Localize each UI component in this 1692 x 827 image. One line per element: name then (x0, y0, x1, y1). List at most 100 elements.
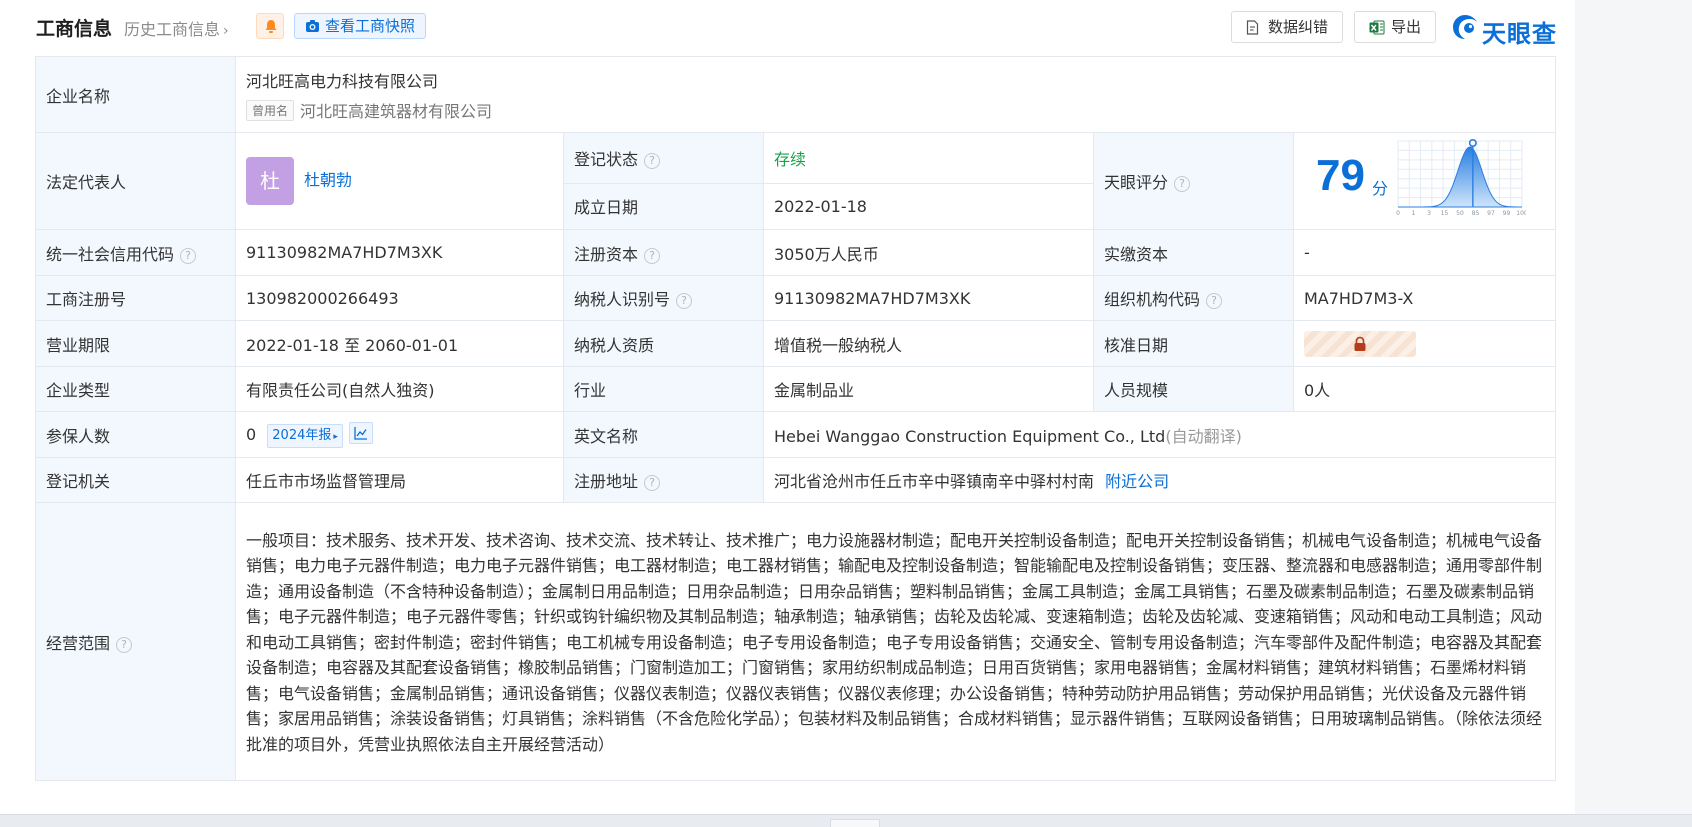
label-founded: 成立日期 (563, 182, 764, 231)
help-icon[interactable]: ? (644, 475, 661, 491)
label-reg-status: 登记状态? (563, 132, 764, 184)
label-insured: 参保人数 (35, 411, 236, 458)
org-code-value[interactable]: MA7HD7M3-X (1293, 275, 1556, 321)
chart-tick-label: 1 (1412, 210, 1416, 217)
help-icon[interactable]: ? (676, 293, 693, 309)
score-label: 天眼评分 (1104, 173, 1169, 192)
reg-status-label: 登记状态 (574, 149, 639, 169)
credit-code-value[interactable]: 91130982MA7HD7M3XK (235, 229, 564, 276)
row-legal-rep: 法定代表人 杜杜朝勃 登记状态? 存续 天眼评分? 79 分 0 1 3 15 … (35, 132, 1556, 230)
score-marker-dot (1468, 138, 1477, 148)
label-approve-date: 核准日期 (1093, 320, 1294, 367)
chevron-right-icon: › (223, 23, 229, 39)
score-distribution-chart: 0 1 3 15 50 85 97 99 100 (1396, 138, 1526, 217)
eye-logo-icon (1453, 15, 1477, 39)
camera-icon (306, 20, 319, 32)
chart-tick-label: 100 (1516, 210, 1526, 217)
label-scope: 经营范围? (35, 502, 236, 781)
help-icon[interactable]: ? (116, 636, 133, 653)
label-reg-capital: 注册资本? (563, 229, 764, 276)
help-icon[interactable]: ? (644, 152, 661, 169)
term-value: 2022-01-18 至 2060-01-01 (235, 320, 564, 367)
row-term: 营业期限 2022-01-18 至 2060-01-01 纳税人资质 增值税一般… (35, 320, 1556, 367)
snapshot-button-label: 查看工商快照 (325, 17, 416, 35)
taxpayer-id-label: 纳税人识别号 (574, 290, 671, 309)
paid-capital-value: - (1293, 229, 1556, 276)
taxpayer-id-value[interactable]: 91130982MA7HD7M3XK (763, 275, 1094, 321)
label-term: 营业期限 (35, 320, 236, 367)
insured-value: 0 (246, 424, 257, 444)
help-icon[interactable]: ? (1206, 293, 1223, 309)
authority-value: 任丘市市场监督管理局 (235, 457, 564, 503)
founded-value: 2022-01-18 (763, 182, 1094, 231)
legal-rep-link[interactable]: 杜朝勃 (304, 171, 352, 190)
type-value: 有限责任公司(自然人独资) (235, 366, 564, 412)
monitor-bell-button[interactable] (256, 13, 284, 39)
annual-report-link[interactable]: 2024年报 ▸ (267, 423, 343, 448)
reg-capital-label: 注册资本 (574, 244, 639, 264)
snapshot-button[interactable]: 查看工商快照 (294, 13, 427, 39)
help-icon[interactable]: ? (1174, 176, 1191, 192)
row-biz-reg-no: 工商注册号 130982000266493 纳税人识别号? 91130982MA… (35, 275, 1556, 321)
score-widget[interactable]: 79 分 0 1 3 15 50 85 97 99 100 (1294, 133, 1555, 229)
label-org-code: 组织机构代码? (1093, 275, 1294, 321)
data-correction-button[interactable]: 数据纠错 (1231, 11, 1344, 43)
used-name: 曾用名 河北旺高建筑器材有限公司 (246, 98, 1545, 122)
scope-value: 一般项目：技术服务、技术开发、技术咨询、技术交流、技术转让、技术推广；电力设施器… (235, 502, 1556, 781)
address-label: 注册地址 (574, 472, 639, 491)
credit-code-label: 统一社会信用代码 (46, 244, 175, 264)
taxpayer-qual-value: 增值税一般纳税人 (763, 320, 1094, 367)
label-industry: 行业 (563, 366, 764, 412)
history-link[interactable]: 历史工商信息 › (124, 16, 229, 40)
trend-button[interactable] (348, 421, 373, 444)
help-icon[interactable]: ? (180, 247, 197, 264)
en-name-value: Hebei Wanggao Construction Equipment Co.… (774, 426, 1166, 446)
nearby-companies-link[interactable]: 附近公司 (1105, 472, 1169, 491)
chart-tick-label: 50 (1456, 210, 1464, 217)
label-score: 天眼评分? (1093, 132, 1294, 230)
row-company-name: 企业名称 河北旺高电力科技有限公司 曾用名 河北旺高建筑器材有限公司 (35, 56, 1556, 133)
label-taxpayer-id: 纳税人识别号? (563, 275, 764, 321)
lock-icon (1354, 336, 1366, 351)
biz-reg-no-value[interactable]: 130982000266493 (235, 275, 564, 321)
score-value: 79 (1316, 151, 1365, 200)
trend-icon (354, 426, 367, 440)
label-type: 企业类型 (35, 366, 236, 412)
label-legal-rep: 法定代表人 (35, 132, 236, 230)
cell-address: 河北省沧州市任丘市辛中驿镇南辛中驿村村南 附近公司 (763, 457, 1556, 503)
address-value: 河北省沧州市任丘市辛中驿镇南辛中驿村村南 (774, 472, 1095, 491)
reg-capital-value: 3050万人民币 (763, 229, 1094, 276)
label-staff: 人员规模 (1093, 366, 1294, 412)
row-credit-code: 统一社会信用代码? 91130982MA7HD7M3XK 注册资本? 3050万… (35, 229, 1556, 276)
export-label: 导出 (1391, 18, 1422, 36)
row-type: 企业类型 有限责任公司(自然人独资) 行业 金属制品业 人员规模 0人 (35, 366, 1556, 412)
used-name-value: 河北旺高建筑器材有限公司 (300, 101, 493, 121)
bell-icon (265, 20, 277, 33)
avatar[interactable]: 杜 (246, 157, 294, 205)
label-credit-code: 统一社会信用代码? (35, 229, 236, 276)
page: 工商信息 历史工商信息 › 查看工商快照 数据纠错 导出 天眼查 企业名称 河北… (0, 0, 1575, 826)
annual-report-label: 2024年报 (272, 427, 332, 443)
export-button[interactable]: 导出 (1354, 11, 1437, 43)
caret-right-icon: ▸ (333, 431, 338, 442)
chart-tick-label: 99 (1503, 210, 1511, 217)
staff-value: 0人 (1293, 366, 1556, 412)
chart-tick-label: 97 (1487, 210, 1495, 217)
locked-value-button[interactable] (1304, 330, 1416, 357)
history-link-label: 历史工商信息 (124, 20, 221, 39)
cell-legal-rep: 杜杜朝勃 (235, 132, 564, 230)
score-unit: 分 (1372, 179, 1389, 198)
used-name-tag: 曾用名 (246, 99, 295, 121)
cell-score[interactable]: 79 分 0 1 3 15 50 85 97 99 100 (1293, 132, 1556, 230)
reg-status-value: 存续 (763, 132, 1094, 184)
label-biz-reg-no: 工商注册号 (35, 275, 236, 321)
label-en-name: 英文名称 (563, 411, 764, 458)
cell-insured: 0 2024年报 ▸ (235, 411, 564, 458)
label-authority: 登记机关 (35, 457, 236, 503)
label-paid-capital: 实缴资本 (1093, 229, 1294, 276)
approve-date-value (1293, 320, 1556, 367)
org-code-label: 组织机构代码 (1104, 290, 1201, 309)
business-info-table: 企业名称 河北旺高电力科技有限公司 曾用名 河北旺高建筑器材有限公司 法定代表人 … (35, 56, 1556, 781)
help-icon[interactable]: ? (644, 247, 661, 264)
excel-icon (1369, 20, 1385, 35)
